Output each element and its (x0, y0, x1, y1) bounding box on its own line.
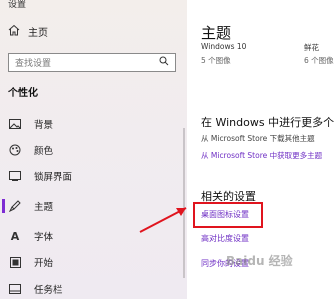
sidebar-item-fonts[interactable]: A 字体 (0, 225, 187, 247)
store-description: 从 Microsoft Store 下载其他主题 (201, 134, 315, 143)
highlight-box (193, 202, 263, 228)
taskbar-icon (8, 284, 22, 294)
theme-count: 6 个图像 (304, 56, 334, 65)
section-title: 个性化 (8, 88, 38, 99)
start-icon (8, 256, 22, 268)
brush-icon (8, 200, 22, 212)
sidebar-item-label: 锁屏界面 (34, 172, 73, 183)
selection-indicator (2, 199, 5, 213)
sidebar: 设置 主页 查找设置 个性化 背景 颜色 锁屏界面 主题 A 字体 开始 任务栏 (0, 0, 187, 299)
sidebar-item-label: 开始 (34, 258, 54, 269)
theme-name[interactable]: 鲜花 (304, 42, 319, 53)
theme-name[interactable]: Windows 10 (201, 42, 246, 51)
sidebar-item-taskbar[interactable]: 任务栏 (0, 278, 187, 299)
sidebar-item-label: 任务栏 (34, 285, 63, 296)
store-heading: 在 Windows 中进行更多个 (201, 116, 334, 129)
sidebar-item-label: 主题 (34, 202, 54, 213)
sidebar-item-start[interactable]: 开始 (0, 251, 187, 273)
palette-icon (8, 144, 22, 156)
image-icon (8, 119, 22, 129)
sidebar-item-label: 颜色 (34, 146, 54, 157)
sidebar-item-label: 背景 (34, 120, 54, 131)
home-label: 主页 (28, 28, 48, 39)
high-contrast-settings-link[interactable]: 高对比度设置 (201, 233, 249, 244)
get-more-themes-link[interactable]: 从 Microsoft Store 中获取更多主题 (201, 150, 322, 161)
sidebar-item-background[interactable]: 背景 (0, 113, 187, 135)
search-icon[interactable] (159, 56, 169, 69)
sidebar-scrollbar[interactable] (183, 128, 185, 278)
app-title: 设置 (8, 0, 27, 10)
theme-count: 5 个图像 (201, 56, 231, 65)
sidebar-item-label: 字体 (34, 232, 54, 243)
watermark: Baidu 经验 (226, 254, 293, 268)
sidebar-item-themes[interactable]: 主题 (0, 195, 187, 217)
sidebar-item-lock-screen[interactable]: 锁屏界面 (0, 165, 187, 187)
font-icon: A (10, 229, 20, 243)
search-input[interactable]: 查找设置 (8, 53, 176, 72)
home-icon (8, 24, 20, 39)
sidebar-item-colors[interactable]: 颜色 (0, 139, 187, 161)
lock-screen-icon (8, 171, 22, 181)
page-title: 主题 (201, 24, 232, 42)
search-placeholder: 查找设置 (15, 59, 52, 69)
home-nav-item[interactable]: 主页 (8, 24, 48, 39)
